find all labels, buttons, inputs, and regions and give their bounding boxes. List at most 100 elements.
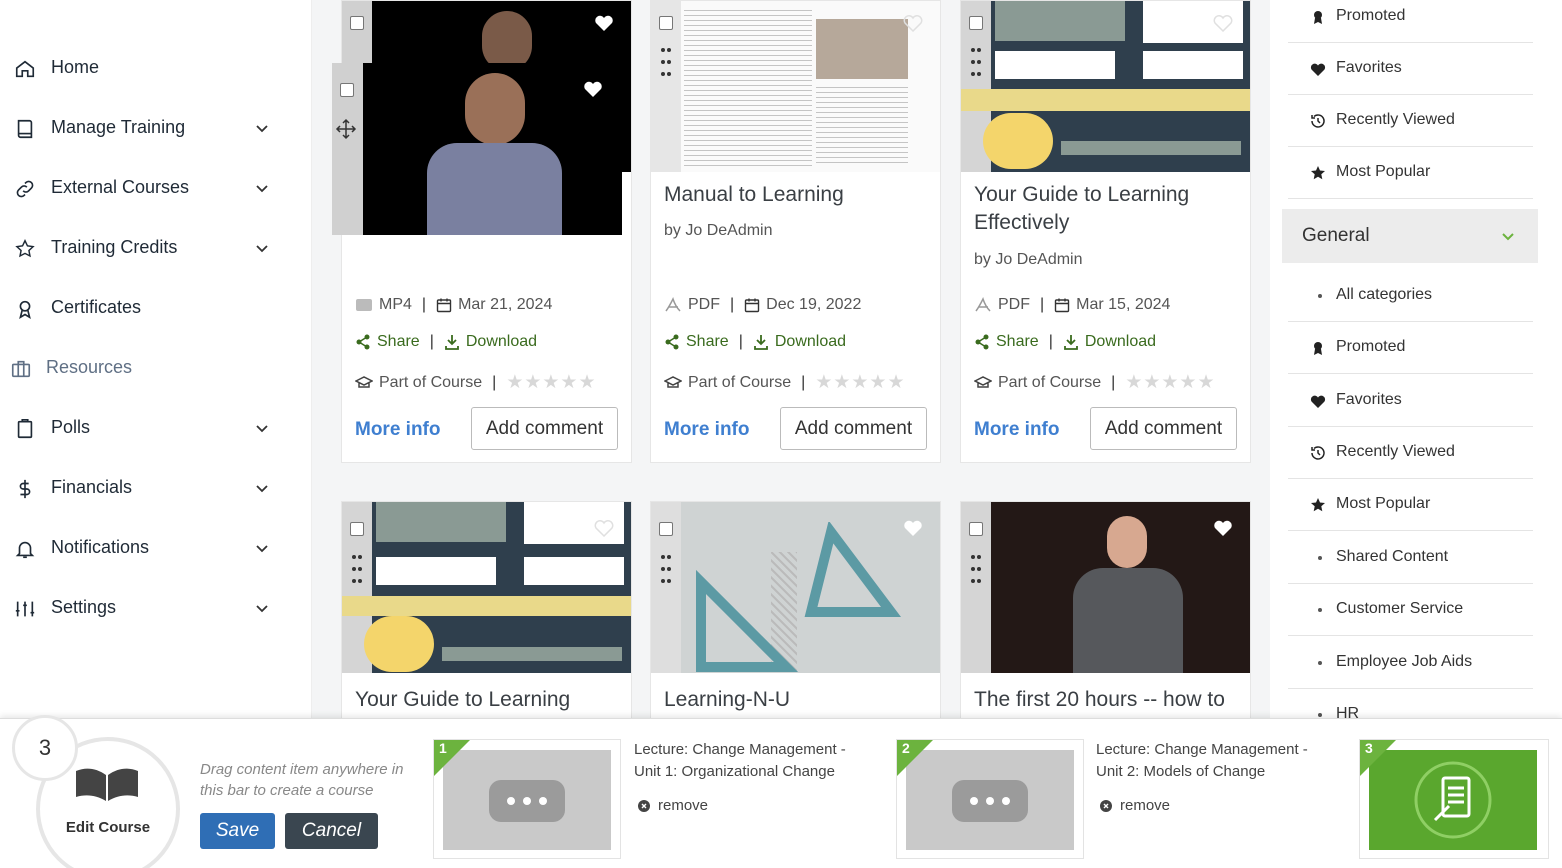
remove-label: remove (658, 797, 709, 814)
save-button[interactable]: Save (200, 813, 275, 849)
share-link[interactable]: Share (686, 333, 729, 351)
drafting-thumbnail[interactable] (651, 502, 940, 673)
nav-resources[interactable]: Resources (0, 348, 290, 388)
more-dots-icon (507, 797, 547, 805)
more-info-link[interactable]: More info (664, 419, 750, 441)
nav-settings[interactable]: Settings (0, 588, 290, 628)
slot-number: 3 (1360, 740, 1396, 776)
filter-promoted[interactable]: Promoted (1288, 0, 1533, 43)
pdf-thumbnail[interactable] (651, 1, 940, 172)
download-link[interactable]: Download (1085, 333, 1156, 351)
download-link[interactable]: Download (466, 333, 537, 351)
nav-notifications[interactable]: Notifications (0, 528, 290, 568)
more-info-link[interactable]: More info (974, 419, 1060, 441)
select-checkbox[interactable] (659, 16, 673, 30)
guide-thumbnail[interactable] (961, 1, 1250, 172)
heart-icon[interactable] (1213, 14, 1233, 32)
filter-favorites[interactable]: Favorites (1288, 43, 1533, 95)
nav-external-courses[interactable]: External Courses (0, 168, 290, 208)
category-most-popular[interactable]: Most Popular (1288, 479, 1533, 531)
star-icon (1311, 166, 1325, 180)
course-count-badge: 3 (12, 715, 78, 781)
hat-icon (974, 375, 992, 388)
select-checkbox[interactable] (969, 522, 983, 536)
category-shared-content[interactable]: Shared Content (1288, 532, 1533, 584)
share-link[interactable]: Share (377, 333, 420, 351)
heart-icon[interactable] (903, 14, 923, 32)
remove-link[interactable]: remove (1100, 797, 1170, 814)
filter-most-popular[interactable]: Most Popular (1288, 147, 1533, 199)
select-checkbox[interactable] (350, 522, 364, 536)
drag-handle-icon[interactable] (351, 552, 363, 586)
rating-stars[interactable]: ★★★★★ (1125, 371, 1215, 394)
resource-title[interactable]: Manual to Learning (664, 181, 844, 209)
drag-handle-icon[interactable] (970, 552, 982, 586)
resource-title[interactable]: Learning-N-U (664, 686, 790, 714)
category-label: Shared Content (1336, 548, 1449, 565)
guide-thumbnail[interactable] (342, 502, 631, 673)
filter-recently-viewed[interactable]: Recently Viewed (1288, 95, 1533, 147)
category-all[interactable]: All categories (1288, 270, 1533, 322)
download-link[interactable]: Download (775, 333, 846, 351)
rating-stars[interactable]: ★★★★★ (815, 371, 905, 394)
nav-financials[interactable]: Financials (0, 468, 290, 508)
select-checkbox[interactable] (969, 16, 983, 30)
heart-icon[interactable] (594, 519, 614, 537)
course-slot[interactable]: 3 (1359, 739, 1549, 859)
file-date: Mar 21, 2024 (458, 296, 553, 313)
resource-title[interactable]: Your Guide to Learning (355, 686, 570, 714)
heart-icon[interactable] (1213, 519, 1233, 537)
add-comment-button[interactable]: Add comment (1090, 407, 1237, 450)
select-checkbox[interactable] (340, 83, 354, 97)
course-builder-bar[interactable]: Edit Course 3 Drag content item anywhere… (0, 715, 1562, 868)
nav-polls[interactable]: Polls (0, 408, 290, 448)
ribbon-icon (1314, 11, 1322, 24)
drag-handle-icon[interactable] (660, 552, 672, 586)
actions-row: Share | Download (664, 333, 846, 351)
video-thumbnail[interactable] (961, 502, 1250, 673)
sliders-icon (15, 601, 35, 617)
share-link[interactable]: Share (996, 333, 1039, 351)
nav-label: Home (51, 57, 100, 77)
bullet-icon (1318, 713, 1322, 717)
nav-training-credits[interactable]: Training Credits (0, 228, 290, 268)
select-checkbox[interactable] (350, 16, 364, 30)
nav-certificates[interactable]: Certificates (0, 288, 290, 328)
heart-icon[interactable] (594, 14, 614, 32)
nav-manage-training[interactable]: Manage Training (0, 108, 290, 148)
nav-label: Polls (51, 417, 91, 437)
add-comment-button[interactable]: Add comment (471, 407, 618, 450)
category-recently-viewed[interactable]: Recently Viewed (1288, 427, 1533, 479)
heart-icon[interactable] (903, 519, 923, 537)
category-promoted[interactable]: Promoted (1288, 322, 1533, 374)
course-slot[interactable]: 1 (433, 739, 621, 859)
chevron-down-icon (256, 485, 268, 493)
pdf-icon (975, 297, 991, 312)
chevron-down-icon (1502, 233, 1514, 241)
category-customer-service[interactable]: Customer Service (1288, 584, 1533, 636)
category-favorites[interactable]: Favorites (1288, 375, 1533, 427)
file-date: Mar 15, 2024 (1076, 296, 1171, 313)
file-meta: MP4 | Mar 21, 2024 (355, 296, 552, 314)
remove-link[interactable]: remove (638, 797, 708, 814)
drag-ghost[interactable] (332, 63, 622, 235)
general-section-header[interactable]: General (1282, 209, 1538, 263)
download-icon (753, 335, 768, 350)
drag-handle-icon[interactable] (970, 45, 982, 79)
clipboard-icon (17, 419, 33, 439)
resource-title[interactable]: The first 20 hours -- how to (974, 686, 1225, 714)
cancel-button[interactable]: Cancel (285, 813, 378, 849)
resource-title[interactable]: Your Guide to Learning Effectively (974, 181, 1234, 237)
open-book-icon (76, 768, 138, 801)
course-slot[interactable]: 2 (896, 739, 1084, 859)
nav-home[interactable]: Home (0, 48, 290, 88)
select-checkbox[interactable] (659, 522, 673, 536)
drag-handle-icon[interactable] (660, 45, 672, 79)
rating-stars[interactable]: ★★★★★ (506, 371, 596, 394)
slot-label: Lecture: Change Management - Unit 1: Org… (634, 741, 846, 780)
category-employee-job-aids[interactable]: Employee Job Aids (1288, 637, 1533, 689)
add-comment-button[interactable]: Add comment (780, 407, 927, 450)
nav-label: Settings (51, 597, 117, 617)
file-format: PDF (688, 296, 720, 313)
more-info-link[interactable]: More info (355, 419, 441, 441)
